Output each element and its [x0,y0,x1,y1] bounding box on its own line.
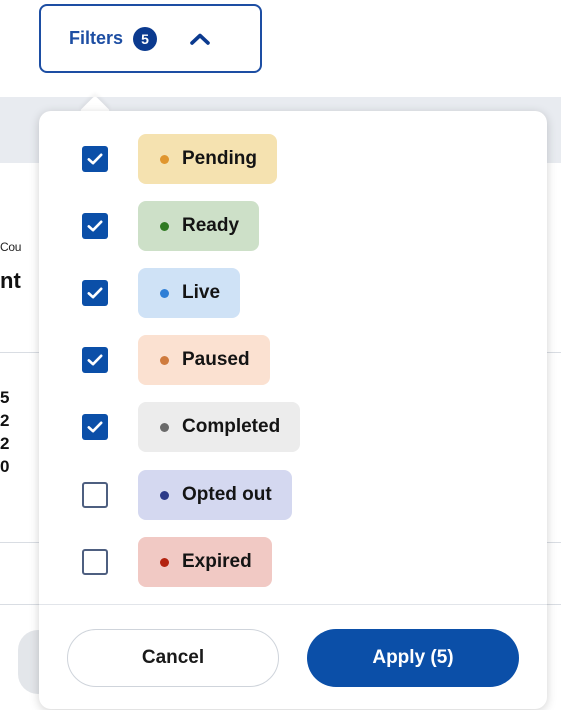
background-label: Cou [0,240,22,254]
background-number: 2 [0,434,10,453]
filter-option-pending[interactable]: Pending [39,134,547,184]
background-number-column: 5 2 2 0 [0,386,10,478]
filters-label: Filters [69,28,124,48]
status-chip: Completed [138,402,301,452]
status-label: Live [182,282,221,303]
status-chip: Ready [138,201,260,251]
checkmark-icon [87,287,103,299]
filter-option-live[interactable]: Live [39,268,547,318]
status-dot [160,422,169,432]
status-chip: Pending [138,134,277,184]
filters-count-badge: 5 [133,26,158,51]
checkmark-icon [87,220,103,232]
status-chip: Paused [138,335,270,385]
checkbox[interactable] [82,347,108,373]
status-dot [160,288,169,298]
status-label: Ready [182,215,240,236]
filters-button[interactable]: Filters 5 [39,4,262,73]
filter-option-expired[interactable]: Expired [39,537,547,587]
status-dot [160,221,169,231]
filter-option-ready[interactable]: Ready [39,201,547,251]
status-dot [160,355,169,365]
checkbox[interactable] [82,280,108,306]
background-number: 5 [0,388,10,407]
background-number: 2 [0,411,10,430]
status-dot [160,557,169,567]
status-label: Completed [182,416,281,437]
chevron-up-icon [190,33,210,45]
checkbox[interactable] [82,549,108,575]
checkbox[interactable] [82,482,108,508]
status-chip: Opted out [138,470,292,520]
status-chip: Expired [138,537,272,587]
status-label: Expired [182,551,252,572]
popover-divider [39,604,547,605]
background-number: 0 [0,457,10,476]
checkbox[interactable] [82,146,108,172]
checkmark-icon [87,153,103,165]
checkbox[interactable] [82,213,108,239]
background-heading: nt [0,268,21,293]
status-label: Pending [182,148,257,169]
status-chip: Live [138,268,241,318]
checkmark-icon [87,421,103,433]
status-label: Opted out [182,484,272,505]
checkbox[interactable] [82,414,108,440]
apply-button[interactable]: Apply (5) [307,629,519,687]
filter-option-paused[interactable]: Paused [39,335,547,385]
filter-option-opted-out[interactable]: Opted out [39,470,547,520]
status-label: Paused [182,349,250,370]
status-dot [160,490,169,500]
status-dot [160,154,169,164]
checkmark-icon [87,354,103,366]
filter-popover: Pending Ready Live Paused Completed Opte… [39,111,547,709]
cancel-button[interactable]: Cancel [67,629,279,687]
filter-option-completed[interactable]: Completed [39,402,547,452]
